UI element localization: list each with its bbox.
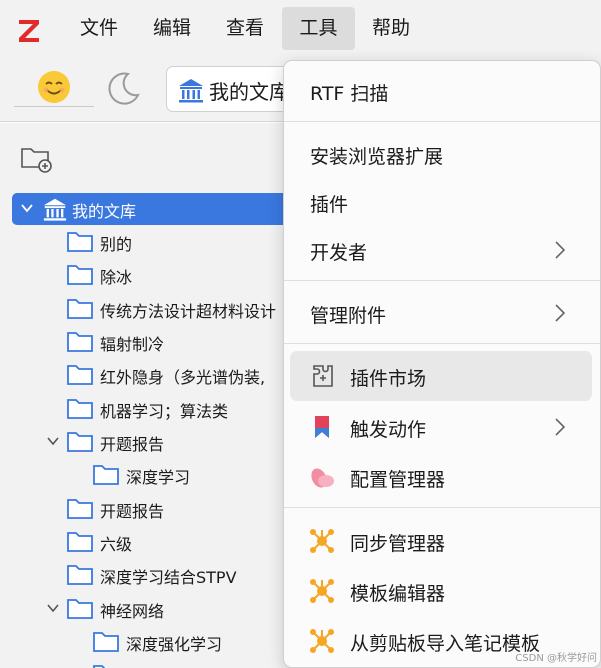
tree-row-collection[interactable]: 机器学习；算法类 — [0, 393, 290, 425]
menu-item-sync-manager[interactable]: 同步管理器 — [284, 518, 600, 564]
tree-row-collection[interactable]: 开题报告 — [0, 426, 290, 458]
folder-icon — [67, 399, 93, 419]
menu-item-trigger-actions[interactable]: 触发动作 — [284, 404, 600, 450]
tree-row-my-library[interactable]: 我的文库 — [12, 193, 294, 225]
chevron-down-icon[interactable] — [46, 434, 60, 448]
folder-icon — [67, 265, 93, 285]
folder-icon — [93, 665, 106, 668]
folder-icon — [67, 499, 93, 519]
folder-icon — [93, 632, 119, 652]
chevron-right-icon — [555, 241, 566, 259]
tree-row-collection[interactable]: 深度强化学习 — [0, 626, 290, 658]
tree-row-label: 传统方法设计超材料设计 — [100, 302, 277, 321]
menu-separator — [284, 280, 600, 281]
folder-icon — [93, 465, 119, 485]
theme-emoji-button[interactable] — [14, 67, 94, 107]
library-tab-label: 我的文库 — [209, 80, 289, 104]
menu-item-label: RTF 扫描 — [310, 83, 389, 105]
menu-item-install-browser-extension[interactable]: 安装浏览器扩展 — [284, 131, 600, 177]
tree-row-label: 辐射制冷 — [100, 335, 165, 354]
tree-row-collection[interactable]: 辐射制冷 — [0, 326, 290, 358]
folder-icon — [67, 565, 93, 585]
chevron-right-icon — [555, 304, 566, 322]
tree-row-label: 深度学习 — [126, 468, 191, 487]
tree-row-label: 我的文库 — [72, 202, 137, 221]
smiling-face-icon — [38, 71, 70, 103]
menu-item-label: 配置管理器 — [350, 469, 446, 491]
menu-separator — [284, 343, 600, 344]
watermark: CSDN @秋学好问 — [515, 653, 597, 664]
tree-row-label: 神经网络 — [100, 602, 165, 621]
tree-row-label: 开题报告 — [100, 502, 165, 521]
menu-item-plugins[interactable]: 插件 — [284, 179, 600, 225]
bookmark-trigger-icon — [315, 416, 329, 438]
library-icon — [43, 198, 67, 221]
tree-row-collection-partial[interactable] — [0, 659, 290, 668]
menu-item-label: 插件 — [310, 194, 349, 216]
tree-row-label: 开题报告 — [100, 435, 165, 454]
tree-row-collection[interactable]: 别的 — [0, 226, 290, 258]
chevron-down-icon[interactable] — [46, 601, 60, 615]
menu-item-developer[interactable]: 开发者 — [284, 227, 600, 273]
menu-item-manage-attachments[interactable]: 管理附件 — [284, 290, 600, 336]
menu-item-label: 模板编辑器 — [350, 583, 446, 605]
menu-separator — [284, 507, 600, 508]
menu-item-label: 插件市场 — [350, 368, 427, 390]
menu-item-label: 从剪贴板导入笔记模板 — [350, 633, 541, 655]
new-collection-icon — [21, 148, 52, 173]
tree-row-label: 深度学习结合STPV — [100, 568, 237, 587]
new-collection-button[interactable] — [20, 143, 54, 179]
folder-icon — [67, 365, 93, 385]
tree-row-collection[interactable]: 开题报告 — [0, 493, 290, 525]
menu-tools[interactable]: 工具 — [282, 7, 355, 50]
tree-row-label: 别的 — [100, 235, 133, 254]
folder-icon — [67, 299, 93, 319]
tree-row-label: 机器学习；算法类 — [100, 402, 229, 421]
orange-network-icon — [310, 529, 334, 553]
tree-row-collection[interactable]: 深度学习结合STPV — [0, 559, 290, 591]
menu-item-label: 触发动作 — [350, 419, 427, 441]
tree-row-collection[interactable]: 神经网络 — [0, 593, 290, 625]
folder-icon — [67, 332, 93, 352]
plugin-market-icon — [313, 365, 333, 387]
tree-row-collection[interactable]: 红外隐身（多光谱伪装, — [0, 359, 290, 391]
menu-item-label: 管理附件 — [310, 305, 387, 327]
library-icon — [179, 79, 203, 103]
chevron-down-icon[interactable] — [20, 201, 34, 215]
menu-item-rtf-scan[interactable]: RTF 扫描 — [284, 68, 600, 114]
tree-row-collection[interactable]: 除冰 — [0, 259, 290, 291]
tree-row-collection[interactable]: 六级 — [0, 526, 290, 558]
menu-item-label: 开发者 — [310, 242, 368, 264]
menu-view[interactable]: 查看 — [214, 7, 276, 50]
menu-help[interactable]: 帮助 — [360, 7, 422, 50]
folder-icon — [67, 232, 93, 252]
folder-icon — [67, 599, 93, 619]
folder-icon — [67, 532, 93, 552]
chevron-right-icon — [555, 418, 566, 436]
menu-item-label: 同步管理器 — [350, 533, 446, 555]
orange-network-icon — [310, 579, 334, 603]
zotero-logo-icon[interactable] — [16, 14, 42, 44]
tree-row-label: 除冰 — [100, 268, 133, 287]
tree-row-label: 深度强化学习 — [126, 635, 223, 654]
menu-bar: 文件 编辑 查看 工具 帮助 — [0, 0, 601, 58]
menu-item-plugin-market[interactable]: 插件市场 — [290, 351, 592, 401]
tools-menu: RTF 扫描 安装浏览器扩展 插件 开发者 管理附件 插件市场 触发动作 配置管… — [283, 60, 601, 668]
menu-edit[interactable]: 编辑 — [141, 7, 203, 50]
menu-item-template-editor[interactable]: 模板编辑器 — [284, 568, 600, 614]
tree-row-collection[interactable]: 深度学习 — [0, 459, 290, 491]
menu-separator — [284, 121, 600, 122]
menu-item-config-manager[interactable]: 配置管理器 — [284, 454, 600, 500]
tree-row-label: 红外隐身（多光谱伪装, — [100, 368, 266, 387]
moon-icon — [108, 72, 140, 105]
menu-item-label: 安装浏览器扩展 — [310, 146, 444, 168]
tree-row-collection[interactable]: 传统方法设计超材料设计 — [0, 293, 290, 325]
petals-config-icon — [311, 468, 334, 488]
folder-icon — [67, 432, 93, 452]
menu-file[interactable]: 文件 — [68, 7, 130, 50]
tree-row-label: 六级 — [100, 535, 133, 554]
dark-mode-button[interactable] — [104, 68, 148, 108]
orange-network-icon — [310, 629, 334, 653]
